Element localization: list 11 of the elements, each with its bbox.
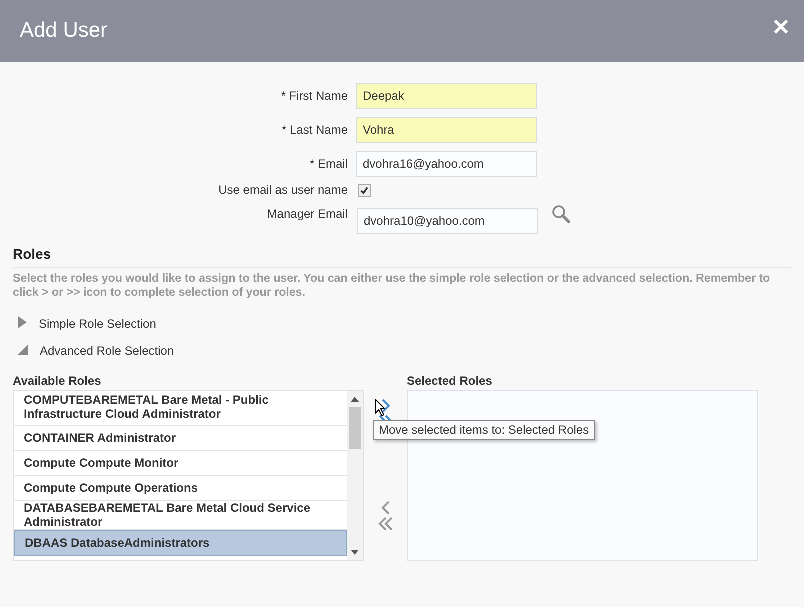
field-label: * First Name (280, 89, 349, 103)
dialog-title: Add User (20, 19, 108, 43)
field-label: Manager Email (266, 207, 349, 221)
field-label: * Email (308, 157, 349, 171)
list-label: Available Roles (13, 374, 102, 390)
tooltip: Move selected items to: Selected Roles (373, 420, 596, 440)
instructions-text: Select the roles you would like to assign to the user. You can either use the simple role selection or the advanced selection. Remember to click > or >> icon to complete selection of your roles. (13, 272, 772, 300)
field-label: Use email as user name (218, 183, 349, 197)
field-label: * Last Name (280, 123, 349, 137)
section-heading: Roles (13, 246, 52, 262)
list-label: Selected Roles (407, 374, 494, 390)
